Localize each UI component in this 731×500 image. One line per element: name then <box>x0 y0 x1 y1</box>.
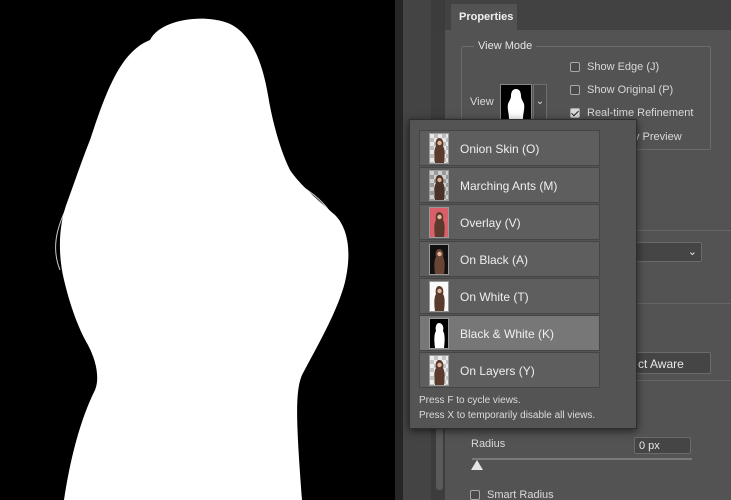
menu-item-label: Onion Skin (O) <box>460 142 540 156</box>
object-aware-button[interactable]: ct Aware <box>636 352 711 374</box>
view-label: View <box>470 96 494 108</box>
preview-label-partial: y Preview <box>634 131 682 143</box>
show-edge-checkbox[interactable] <box>570 62 580 72</box>
menu-item-label: Overlay (V) <box>460 216 521 230</box>
menu-item-label: On Black (A) <box>460 253 529 267</box>
menu-item-marching-ants[interactable]: Marching Ants (M) <box>419 167 600 203</box>
menu-item-label: Black & White (K) <box>460 327 555 341</box>
marching-ants-thumbnail-icon <box>429 170 449 201</box>
silhouette-icon <box>507 89 525 119</box>
hint-cycle-views: Press F to cycle views. <box>419 395 521 406</box>
menu-item-black-and-white[interactable]: Black & White (K) <box>419 315 600 351</box>
hint-disable-views: Press X to temporarily disable all views… <box>419 410 596 421</box>
menu-item-on-white[interactable]: On White (T) <box>419 278 600 314</box>
show-edge-label: Show Edge (J) <box>587 61 660 73</box>
mode-select[interactable]: ⌄ <box>636 242 702 262</box>
smart-radius-checkbox[interactable] <box>470 490 480 500</box>
object-aware-label: ct Aware <box>638 357 684 371</box>
on-black-thumbnail-icon <box>429 244 449 275</box>
black-and-white-thumbnail-icon <box>429 318 449 349</box>
menu-item-label: On White (T) <box>460 290 529 304</box>
radius-slider-handle[interactable] <box>471 460 483 470</box>
on-layers-thumbnail-icon <box>429 355 449 386</box>
menu-item-on-black[interactable]: On Black (A) <box>419 241 600 277</box>
view-mode-menu: Onion Skin (O) Marching Ants (M) Overlay… <box>409 119 637 429</box>
realtime-refinement-checkbox[interactable] <box>570 108 580 118</box>
chevron-down-icon: ⌄ <box>535 96 545 107</box>
menu-item-onion-skin[interactable]: Onion Skin (O) <box>419 130 600 166</box>
show-original-label: Show Original (P) <box>587 84 674 96</box>
menu-item-overlay[interactable]: Overlay (V) <box>419 204 600 240</box>
radius-slider-track[interactable] <box>472 458 692 460</box>
canvas-divider <box>395 0 403 500</box>
menu-item-on-layers[interactable]: On Layers (Y) <box>419 352 600 388</box>
realtime-refinement-label: Real-time Refinement <box>587 107 694 119</box>
radius-label: Radius <box>471 438 506 450</box>
tab-properties[interactable]: Properties <box>451 4 517 30</box>
view-mode-dropdown-button[interactable]: ⌄ <box>533 84 547 120</box>
smart-radius-label: Smart Radius <box>487 489 554 500</box>
on-white-thumbnail-icon <box>429 281 449 312</box>
canvas-preview[interactable] <box>0 0 395 500</box>
menu-item-label: On Layers (Y) <box>460 364 535 378</box>
radius-value: 0 px <box>639 440 660 452</box>
view-mode-thumbnail[interactable] <box>500 84 532 120</box>
mask-silhouette <box>55 18 349 500</box>
radius-input[interactable]: 0 px <box>634 437 691 454</box>
show-original-checkbox[interactable] <box>570 85 580 95</box>
view-mode-title: View Mode <box>474 40 537 52</box>
chevron-down-icon: ⌄ <box>687 246 697 258</box>
menu-item-label: Marching Ants (M) <box>460 179 558 193</box>
panel-tab-bar: Properties <box>445 0 731 30</box>
overlay-thumbnail-icon <box>429 207 449 238</box>
onion-skin-thumbnail-icon <box>429 133 449 164</box>
